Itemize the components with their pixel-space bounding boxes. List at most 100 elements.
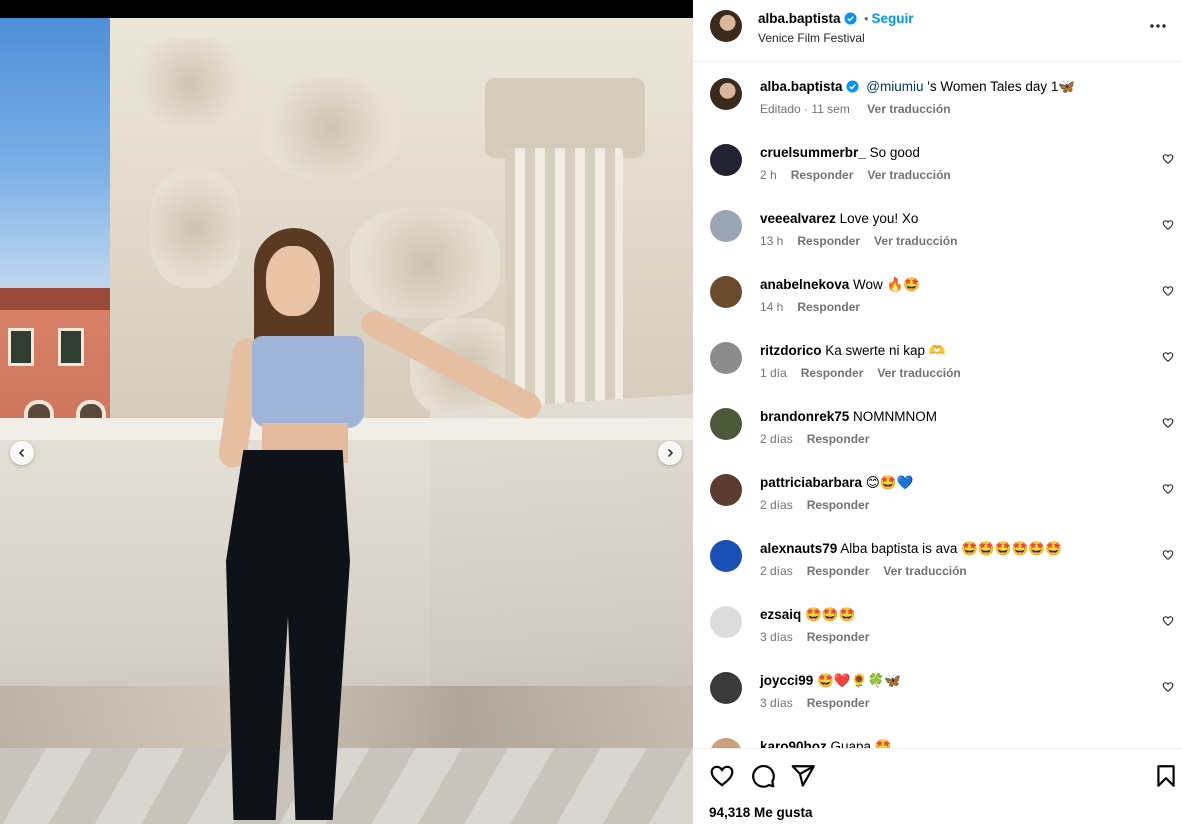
comment-like-icon[interactable] bbox=[1162, 549, 1174, 561]
post-header: alba.baptista • Seguir Venice Film Festiv… bbox=[693, 0, 1182, 62]
post-location[interactable]: Venice Film Festival bbox=[758, 31, 865, 45]
commenter-username[interactable]: brandonrek75 bbox=[760, 409, 849, 424]
comment-like-icon[interactable] bbox=[1162, 219, 1174, 231]
comment-meta: 3 días Responder bbox=[760, 696, 883, 710]
translate-link[interactable]: Ver traducción bbox=[867, 168, 950, 182]
comment-text: So good bbox=[865, 145, 920, 160]
comment-icon[interactable] bbox=[750, 763, 776, 789]
bookmark-icon[interactable] bbox=[1153, 763, 1179, 789]
comment-item: ritzdorico Ka swerte ni kap 🫶 1 día Respon… bbox=[693, 342, 1182, 408]
chevron-right-icon bbox=[667, 448, 674, 458]
reply-button[interactable]: Responder bbox=[797, 234, 860, 248]
heart-icon[interactable] bbox=[709, 763, 735, 789]
commenter-username[interactable]: veeealvarez bbox=[760, 211, 836, 226]
caption-text: 's Women Tales day 1🦋 bbox=[923, 79, 1076, 94]
comment-meta: 3 días Responder bbox=[760, 630, 883, 644]
commenter-avatar[interactable] bbox=[710, 738, 742, 748]
carousel-next-button[interactable] bbox=[658, 441, 682, 465]
comment-like-icon[interactable] bbox=[1162, 153, 1174, 165]
carousel-prev-button[interactable] bbox=[10, 441, 34, 465]
send-icon[interactable] bbox=[790, 763, 816, 789]
author-avatar[interactable] bbox=[710, 78, 742, 110]
reply-button[interactable]: Responder bbox=[807, 564, 870, 578]
comment-text: Love you! Xo bbox=[835, 211, 919, 226]
commenter-avatar[interactable] bbox=[710, 474, 742, 506]
chevron-left-icon bbox=[18, 448, 25, 458]
likes-count[interactable]: 94,318 Me gusta bbox=[709, 805, 813, 820]
commenter-username[interactable]: karo90hoz bbox=[760, 739, 827, 748]
comment-text: 🤩🤩🤩 bbox=[801, 607, 856, 622]
translate-link[interactable]: Ver traducción bbox=[874, 234, 957, 248]
post-photo bbox=[0, 18, 693, 824]
reply-button[interactable]: Responder bbox=[807, 630, 870, 644]
comment-like-icon[interactable] bbox=[1162, 285, 1174, 297]
commenter-username[interactable]: pattriciabarbara bbox=[760, 475, 862, 490]
reply-button[interactable]: Responder bbox=[797, 300, 860, 314]
commenter-avatar[interactable] bbox=[710, 540, 742, 572]
translate-link[interactable]: Ver traducción bbox=[883, 564, 966, 578]
commenter-avatar[interactable] bbox=[710, 606, 742, 638]
follow-button[interactable]: Seguir bbox=[872, 11, 914, 26]
author-username[interactable]: alba.baptista bbox=[758, 11, 841, 26]
commenter-username[interactable]: alexnauts79 bbox=[760, 541, 837, 556]
comment-time: 3 días bbox=[760, 630, 793, 644]
comment-item: cruelsummerbr_ So good 2 h Responder Ver tr… bbox=[693, 144, 1182, 210]
comment-item: brandonrek75 NOMNMNOM 2 días Responder bbox=[693, 408, 1182, 474]
comment-time: 1 día bbox=[760, 366, 787, 380]
comment-text: Wow 🔥🤩 bbox=[849, 277, 921, 292]
reply-button[interactable]: Responder bbox=[801, 366, 864, 380]
commenter-avatar[interactable] bbox=[710, 276, 742, 308]
post-sidebar: alba.baptista • Seguir Venice Film Festiv… bbox=[693, 0, 1182, 824]
commenter-avatar[interactable] bbox=[710, 342, 742, 374]
comment-item: veeealvarez Love you! Xo 13 h Responder Ver… bbox=[693, 210, 1182, 276]
comment-time: 14 h bbox=[760, 300, 784, 314]
comment-text: NOMNMNOM bbox=[849, 409, 938, 424]
comment-text-line: alexnauts79 Alba baptista is ava 🤩🤩🤩🤩🤩🤩 bbox=[760, 540, 1062, 558]
comment-text-line: anabelnekova Wow 🔥🤩 bbox=[760, 276, 920, 294]
comment-text-line: cruelsummerbr_ So good bbox=[760, 144, 920, 162]
reply-button[interactable]: Responder bbox=[807, 696, 870, 710]
comment-like-icon[interactable] bbox=[1162, 417, 1174, 429]
comment-text: Ka swerte ni kap 🫶 bbox=[821, 343, 946, 358]
commenter-username[interactable]: anabelnekova bbox=[760, 277, 849, 292]
caption-mention-link[interactable]: @miumiu bbox=[866, 79, 923, 94]
comment-like-icon[interactable] bbox=[1162, 351, 1174, 363]
post-caption: alba.baptista @miumiu 's Women Tales day… bbox=[693, 78, 1182, 144]
reply-button[interactable]: Responder bbox=[807, 498, 870, 512]
comment-time: 3 días bbox=[760, 696, 793, 710]
verified-badge-icon bbox=[845, 80, 859, 93]
caption-edited-time: Editado · 11 sem bbox=[760, 102, 850, 116]
comment-item: alexnauts79 Alba baptista is ava 🤩🤩🤩🤩🤩🤩 2… bbox=[693, 540, 1182, 606]
commenter-username[interactable]: cruelsummerbr_ bbox=[760, 145, 866, 160]
instagram-post-view: alba.baptista • Seguir Venice Film Festiv… bbox=[0, 0, 1182, 824]
more-icon[interactable] bbox=[1148, 16, 1168, 36]
commenter-avatar[interactable] bbox=[710, 210, 742, 242]
comment-like-icon[interactable] bbox=[1162, 483, 1174, 495]
author-avatar[interactable] bbox=[710, 10, 742, 42]
comment-meta: 1 día Responder Ver traducción bbox=[760, 366, 975, 380]
commenter-avatar[interactable] bbox=[710, 408, 742, 440]
reply-button[interactable]: Responder bbox=[791, 168, 854, 182]
comment-time: 2 días bbox=[760, 432, 793, 446]
comment-like-icon[interactable] bbox=[1162, 615, 1174, 627]
comment-like-icon[interactable] bbox=[1162, 681, 1174, 693]
commenter-username[interactable]: ritzdorico bbox=[760, 343, 822, 358]
comment-meta: 2 días Responder bbox=[760, 432, 883, 446]
commenter-avatar[interactable] bbox=[710, 672, 742, 704]
comment-meta: 13 h Responder Ver traducción bbox=[760, 234, 971, 248]
commenter-username[interactable]: joycci99 bbox=[760, 673, 813, 688]
commenter-avatar[interactable] bbox=[710, 144, 742, 176]
caption-username[interactable]: alba.baptista bbox=[760, 79, 843, 94]
commenter-username[interactable]: ezsaiq bbox=[760, 607, 801, 622]
comment-item: pattriciabarbara 😊🤩💙 2 días Responder bbox=[693, 474, 1182, 540]
reply-button[interactable]: Responder bbox=[807, 432, 870, 446]
comment-time: 2 días bbox=[760, 498, 793, 512]
caption-translate-link[interactable]: Ver traducción bbox=[867, 102, 950, 116]
comment-text-line: karo90hoz Guapa 🤩 bbox=[760, 738, 892, 748]
comment-meta: 2 días Responder Ver traducción bbox=[760, 564, 981, 578]
translate-link[interactable]: Ver traducción bbox=[877, 366, 960, 380]
comment-meta: 2 días Responder bbox=[760, 498, 883, 512]
comment-text-line: pattriciabarbara 😊🤩💙 bbox=[760, 474, 914, 492]
comment-text: Guapa 🤩 bbox=[826, 739, 892, 748]
comments-list[interactable]: alba.baptista @miumiu 's Women Tales day… bbox=[693, 62, 1182, 748]
